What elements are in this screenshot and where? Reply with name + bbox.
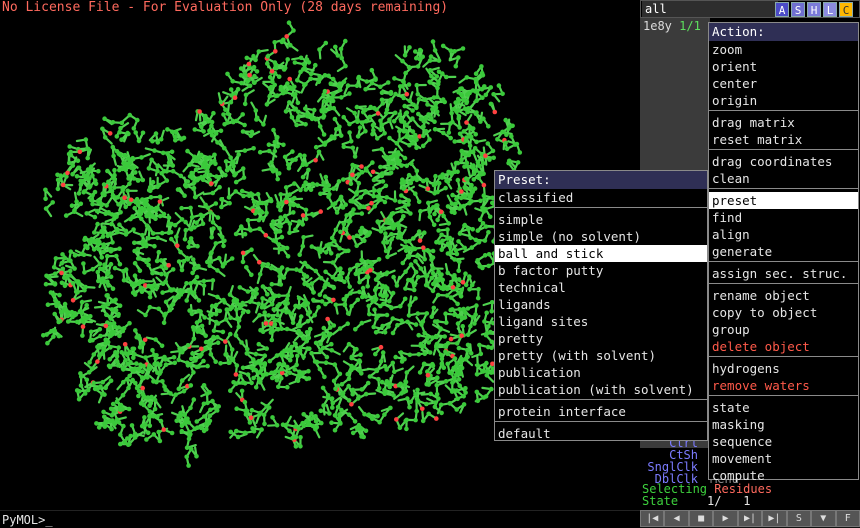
menu-item-find[interactable]: find — [709, 209, 858, 226]
menu-item-remove-waters[interactable]: remove waters — [709, 377, 858, 394]
menu-item-compute[interactable]: compute — [709, 467, 858, 484]
menu-item-protein-interface[interactable]: protein interface — [495, 403, 707, 420]
playback-button-3[interactable]: ▶ — [713, 510, 738, 527]
menu-item-assign-sec-struc[interactable]: assign sec. struc. — [709, 265, 858, 282]
menu-item-simple-no-solvent[interactable]: simple (no solvent) — [495, 228, 707, 245]
menu-item-preset[interactable]: preset — [709, 192, 858, 209]
menu-item-publication[interactable]: publication — [495, 364, 707, 381]
menu-item-hydrogens[interactable]: hydrogens — [709, 360, 858, 377]
preset-menu-title: Preset: — [495, 171, 707, 189]
object-1e8y[interactable]: 1e8y 1/1 — [640, 18, 710, 36]
menu-item-publication-with-solvent[interactable]: publication (with solvent) — [495, 381, 707, 398]
menu-item-copy-to-object[interactable]: copy to object — [709, 304, 858, 321]
action-menu-title: Action: — [709, 23, 858, 41]
license-notice: No License File - For Evaluation Only (2… — [2, 0, 449, 15]
state-indicator: State 1/ 1 — [642, 494, 750, 508]
object-button-c[interactable]: C — [839, 2, 853, 17]
menu-item-state[interactable]: state — [709, 399, 858, 416]
menu-item-zoom[interactable]: zoom — [709, 41, 858, 58]
menu-item-generate[interactable]: generate — [709, 243, 858, 260]
action-menu-items: zoom orient center origin drag matrix reset m… — [709, 41, 858, 484]
state-total: 1 — [743, 494, 751, 508]
menu-item-default[interactable]: default — [495, 425, 707, 442]
menu-item-align[interactable]: align — [709, 226, 858, 243]
menu-item-rename-object[interactable]: rename object — [709, 287, 858, 304]
object-all[interactable]: all — [642, 1, 778, 17]
menu-item-classified[interactable]: classified — [495, 189, 707, 206]
menu-item-origin[interactable]: origin — [709, 92, 858, 109]
menu-item-simple[interactable]: simple — [495, 211, 707, 228]
playback-button-1[interactable]: ◀ — [664, 510, 689, 527]
object-button-s[interactable]: S — [791, 2, 805, 17]
preset-menu-items: classified simple simple (no solvent) ball … — [495, 189, 707, 442]
state-value: 1/ — [707, 494, 722, 508]
object-state: 1/1 — [679, 19, 701, 33]
menu-item-group[interactable]: group — [709, 321, 858, 338]
playback-button-6[interactable]: S — [786, 510, 812, 527]
menu-item-ball-and-stick[interactable]: ball and stick — [495, 245, 707, 262]
object-button-h[interactable]: H — [807, 2, 821, 17]
action-menu: Action: zoom orient center origin drag matri… — [708, 22, 859, 483]
menu-item-masking[interactable]: masking — [709, 416, 858, 433]
playback-button-8[interactable]: F — [835, 510, 860, 527]
state-label: State — [642, 494, 679, 508]
menu-item-reset-matrix[interactable]: reset matrix — [709, 131, 858, 148]
menu-item-delete-object[interactable]: delete object — [709, 338, 858, 355]
object-button-a[interactable]: A — [775, 2, 789, 17]
menu-item-technical[interactable]: technical — [495, 279, 707, 296]
menu-item-b-factor-putty[interactable]: b factor putty — [495, 262, 707, 279]
menu-item-orient[interactable]: orient — [709, 58, 858, 75]
menu-item-drag-coordinates[interactable]: drag coordinates — [709, 153, 858, 170]
object-header: all ASHLC — [640, 0, 860, 18]
menu-item-ligand-sites[interactable]: ligand sites — [495, 313, 707, 330]
playback-button-0[interactable]: |◀ — [640, 510, 665, 527]
playback-button-4[interactable]: ▶| — [737, 510, 763, 527]
menu-item-clean[interactable]: clean — [709, 170, 858, 187]
preset-menu: Preset: classified simple simple (no solve… — [494, 170, 708, 441]
menu-item-drag-matrix[interactable]: drag matrix — [709, 114, 858, 131]
playback-bar: |◀ ◀ ■ ▶ ▶| ▶| S ▼ F — [640, 510, 860, 528]
menu-item-pretty-with-solvent[interactable]: pretty (with solvent) — [495, 347, 707, 364]
object-button-l[interactable]: L — [823, 2, 837, 17]
menu-item-pretty[interactable]: pretty — [495, 330, 707, 347]
playback-button-5[interactable]: ▶| — [762, 510, 787, 527]
menu-item-center[interactable]: center — [709, 75, 858, 92]
menu-item-movement[interactable]: movement — [709, 450, 858, 467]
menu-item-sequence[interactable]: sequence — [709, 433, 858, 450]
object-name: 1e8y — [643, 19, 672, 33]
menu-item-ligands[interactable]: ligands — [495, 296, 707, 313]
playback-button-2[interactable]: ■ — [688, 510, 714, 527]
command-line[interactable]: PyMOL>_ — [0, 510, 640, 528]
playback-button-7[interactable]: ▼ — [811, 510, 836, 527]
